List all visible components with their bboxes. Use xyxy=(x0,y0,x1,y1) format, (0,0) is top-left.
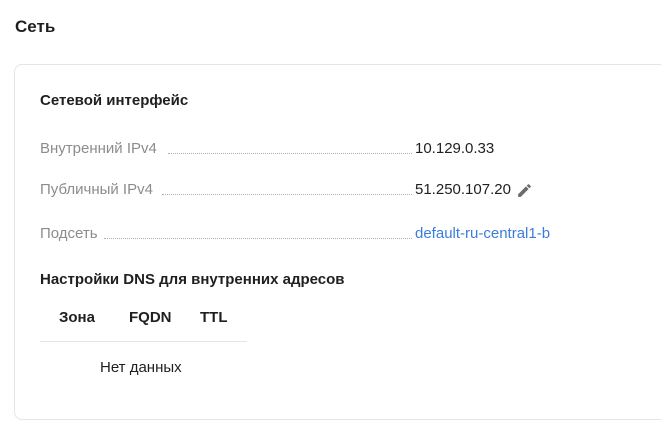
network-interface-title: Сетевой интерфейс xyxy=(40,92,189,109)
dotted-leader xyxy=(162,194,412,195)
pencil-edit-icon[interactable] xyxy=(514,179,536,201)
dns-settings-title: Настройки DNS для внутренних адресов xyxy=(40,271,345,288)
public-ipv4-text: 51.250.107.20 xyxy=(415,181,511,198)
column-header-zone[interactable]: Зона xyxy=(59,307,95,329)
internal-ipv4-value: 10.129.0.33 xyxy=(415,138,494,160)
property-label: Публичный IPv4 xyxy=(40,179,155,201)
internal-ipv4-text: 10.129.0.33 xyxy=(415,140,495,157)
section-title: Сеть xyxy=(15,17,56,36)
column-header-fqdn[interactable]: FQDN xyxy=(129,307,172,329)
column-header-ttl[interactable]: TTL xyxy=(200,307,228,329)
dns-empty-message: Нет данных xyxy=(100,359,182,376)
property-row-subnet: Подсеть default-ru-central1-b xyxy=(40,223,580,245)
property-row-public-ipv4: Публичный IPv4 51.250.107.20 xyxy=(40,179,580,201)
network-page: Сеть Сетевой интерфейс Внутренний IPv4 1… xyxy=(0,0,661,426)
dns-table-header: Зона FQDN TTL xyxy=(40,305,247,342)
dotted-leader xyxy=(168,153,412,154)
property-label: Подсеть xyxy=(40,223,100,245)
dotted-leader xyxy=(104,238,412,239)
subnet-link[interactable]: default-ru-central1-b xyxy=(415,223,550,245)
property-label: Внутренний IPv4 xyxy=(40,138,159,160)
dns-table: Зона FQDN TTL Нет данных xyxy=(40,305,247,376)
property-row-internal-ipv4: Внутренний IPv4 10.129.0.33 xyxy=(40,138,580,160)
public-ipv4-value: 51.250.107.20 xyxy=(415,179,536,201)
